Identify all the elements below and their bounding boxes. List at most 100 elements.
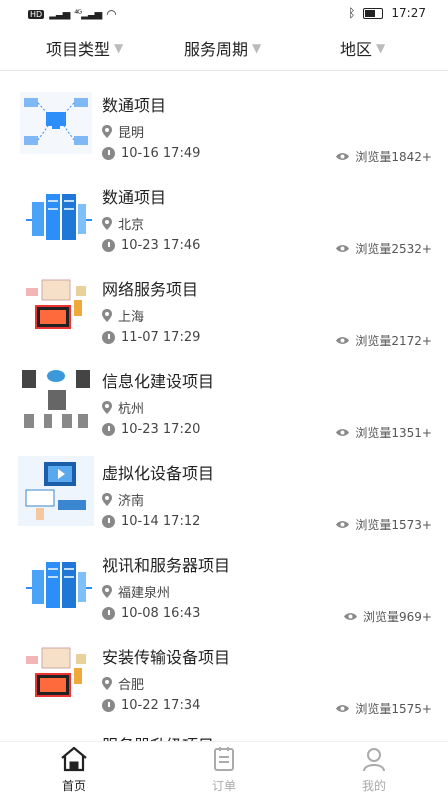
battery-icon [363,7,384,19]
location-pin-icon [102,401,112,414]
eye-icon [336,429,350,436]
project-title: 数通项目 [102,96,167,115]
project-thumbnail [18,180,94,250]
clock-icon [102,147,115,160]
clock-icon [102,699,115,712]
eye-icon [336,245,350,252]
project-views: 浏览量1351+ [336,424,432,441]
filter-service-period[interactable]: 服务周期 ▼ [184,36,261,60]
project-time: 10-22 17:34 [102,698,200,713]
status-right: ᛒ 17:27 [348,6,426,20]
time-text: 10-08 16:43 [121,606,201,621]
location-text: 合肥 [118,678,145,693]
filter-project-type[interactable]: 项目类型 ▼ [46,36,123,60]
tab-label: 订单 [211,779,236,793]
caret-down-icon: ▼ [114,41,124,55]
eye-icon [344,613,358,620]
project-location: 北京 [102,214,144,233]
project-location: 杭州 [102,398,144,417]
caret-down-icon: ▼ [252,41,262,55]
location-pin-icon [102,125,112,138]
project-views: 浏览量969+ [344,608,432,625]
project-location: 昆明 [102,122,144,141]
project-title: 网络服务项目 [102,280,199,299]
tab-home[interactable]: 首页 [34,746,114,794]
filter-label: 地区 [340,40,373,59]
clock-icon [102,423,115,436]
views-text: 浏览量1575+ [355,702,432,716]
location-text: 昆明 [118,126,145,141]
signal-4g-icon: ⁴ᴳ▂▃▅ [74,8,102,20]
project-thumbnail [18,364,94,434]
project-thumbnail [18,456,94,526]
tab-label: 首页 [61,779,86,793]
project-title: 视讯和服务器项目 [102,556,231,575]
time-text: 10-22 17:34 [121,698,201,713]
location-text: 杭州 [118,402,145,417]
project-time: 10-23 17:46 [102,238,200,253]
filter-region[interactable]: 地区 ▼ [340,36,385,60]
project-location: 福建泉州 [102,582,170,601]
location-text: 济南 [118,494,145,509]
location-text: 福建泉州 [118,586,171,601]
list-item[interactable]: 数通项目北京 10-23 17:46 浏览量2532+ [0,174,448,266]
views-text: 浏览量969+ [363,610,432,624]
status-left: HD ▂▃▅ ⁴ᴳ▂▃▅ ◠ [28,7,117,21]
project-time: 11-07 17:29 [102,330,200,345]
time-text: 10-23 17:20 [121,422,201,437]
location-pin-icon [102,585,112,598]
filter-label: 服务周期 [184,40,249,59]
clock-icon [102,515,115,528]
list-item[interactable]: 数通项目昆明 10-16 17:49 浏览量1842+ [0,82,448,174]
time-text: 11-07 17:29 [121,330,201,345]
views-text: 浏览量2532+ [355,242,432,256]
signal-icon: ▂▃▅ [49,8,70,20]
views-text: 浏览量1842+ [355,150,432,164]
clock-icon [102,239,115,252]
status-bar: HD ▂▃▅ ⁴ᴳ▂▃▅ ◠ ᛒ 17:27 [0,0,448,28]
location-pin-icon [102,493,112,506]
list-item[interactable]: 网络服务项目上海 11-07 17:29 浏览量2172+ [0,266,448,358]
views-text: 浏览量2172+ [355,334,432,348]
project-time: 10-08 16:43 [102,606,200,621]
project-thumbnail [18,272,94,342]
bluetooth-icon: ᛒ [348,6,356,20]
project-views: 浏览量1842+ [336,148,432,165]
tab-orders[interactable]: 订单 [184,746,264,794]
list-item[interactable]: 虚拟化设备项目济南 10-14 17:12 浏览量1573+ [0,450,448,542]
location-pin-icon [102,677,112,690]
project-location: 上海 [102,306,144,325]
project-title: 数通项目 [102,188,167,207]
home-icon [61,746,87,772]
project-title: 安装传输设备项目 [102,648,231,667]
tab-mine[interactable]: 我的 [334,746,414,794]
project-views: 浏览量2532+ [336,240,432,257]
views-text: 浏览量1573+ [355,518,432,532]
tab-label: 我的 [361,779,386,793]
location-pin-icon [102,309,112,322]
eye-icon [336,705,350,712]
location-text: 上海 [118,310,145,325]
project-time: 10-23 17:20 [102,422,200,437]
project-location: 合肥 [102,674,144,693]
views-text: 浏览量1351+ [355,426,432,440]
location-text: 北京 [118,218,145,233]
list-item[interactable]: 安装传输设备项目合肥 10-22 17:34 浏览量1575+ [0,634,448,726]
project-title: 虚拟化设备项目 [102,464,215,483]
project-list: 数通项目 昆明 10-16 17:49 浏览量1842+ 数通项目 北京 10-23 17:… [0,82,448,726]
project-views: 浏览量1575+ [336,700,432,717]
time-text: 10-14 17:12 [121,514,201,529]
eye-icon [336,153,350,160]
list-item[interactable]: 视讯和服务器项目福建泉州 10-08 16:43 浏览量969+ [0,542,448,634]
filter-label: 项目类型 [46,40,111,59]
hd-badge: HD [28,9,45,19]
eye-icon [336,337,350,344]
clock-icon [102,331,115,344]
list-item[interactable]: 信息化建设项目 杭州 10-23 17:20 浏览量1351+ [0,358,448,450]
wifi-icon: ◠ [106,7,117,21]
project-location: 济南 [102,490,144,509]
project-thumbnail [18,640,94,710]
project-time: 10-16 17:49 [102,146,200,161]
user-icon [363,748,385,772]
status-time: 17:27 [391,6,426,20]
